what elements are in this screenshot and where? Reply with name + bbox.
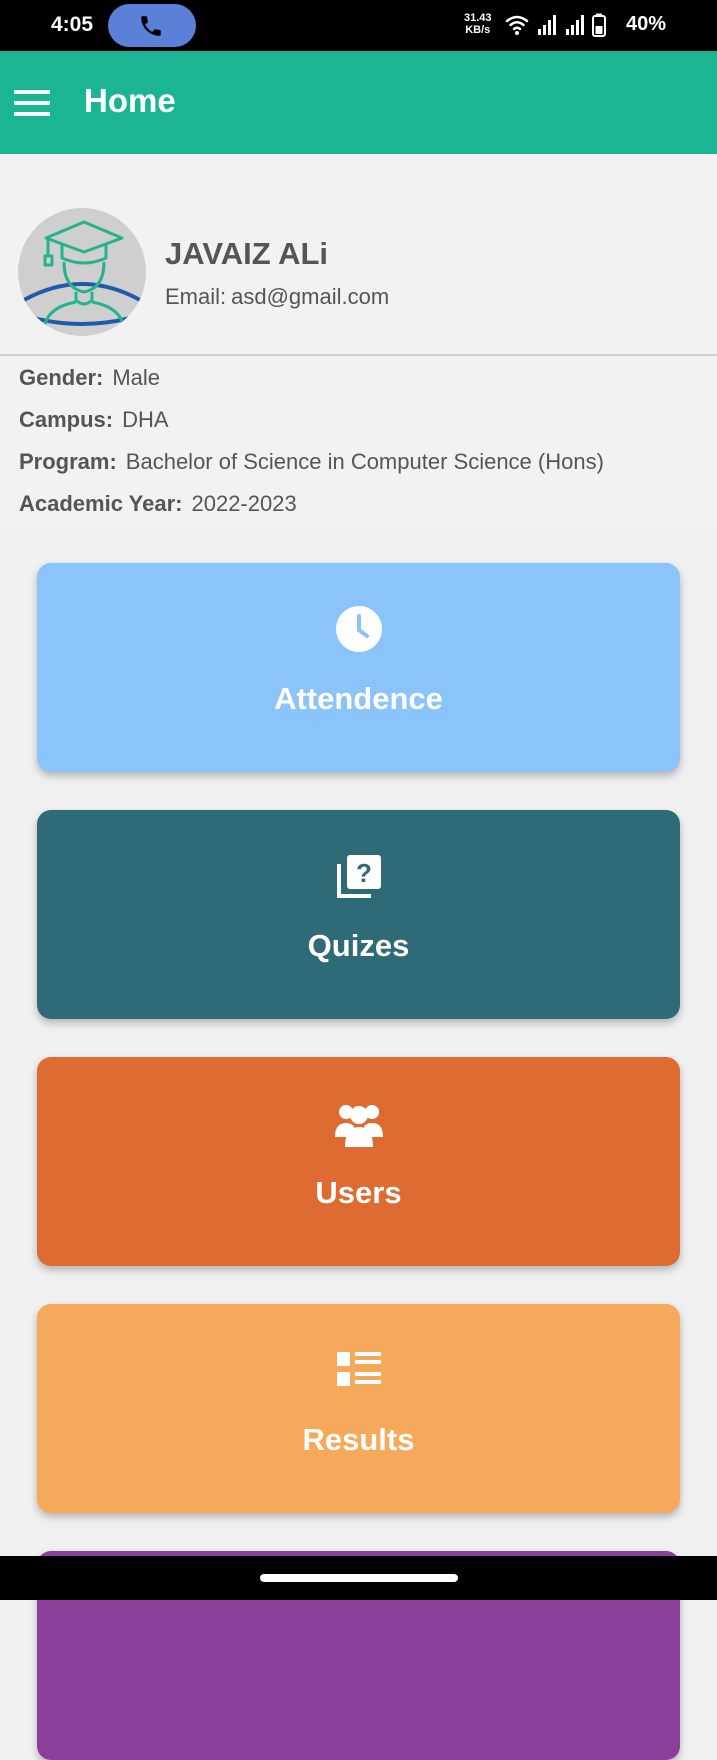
battery-percentage: 40% — [626, 13, 667, 35]
status-time: 4:05 — [51, 13, 94, 36]
results-tile[interactable]: Results — [37, 1304, 680, 1513]
network-speed-value: 31.43 — [464, 12, 492, 24]
list-icon — [337, 1352, 381, 1386]
profile-card: JAVAIZ ALi Email: asd@gmail.com Gender: Ma… — [0, 154, 717, 524]
page-title: Home — [84, 82, 176, 119]
info-label: Program: — [19, 449, 117, 474]
info-value: Bachelor of Science in Computer Science … — [125, 449, 604, 474]
network-speed-unit: KB/s — [465, 24, 491, 36]
email-label: Email: — [165, 284, 227, 309]
phone-icon — [141, 16, 161, 36]
graduate-avatar-icon — [23, 220, 141, 333]
info-label: Gender: — [19, 365, 104, 390]
attendance-tile[interactable]: Attendence — [37, 563, 680, 772]
info-value: DHA — [122, 407, 169, 432]
wifi-icon — [505, 15, 529, 31]
status-bar: 4:05 31.43 KB/s 40% — [0, 0, 717, 51]
profile-email: Email: asd@gmail.com — [165, 284, 389, 310]
divider — [0, 354, 717, 356]
home-gesture-handle[interactable] — [260, 1574, 458, 1582]
avatar — [18, 208, 146, 336]
battery-icon — [592, 13, 606, 37]
info-academic-year: Academic Year: 2022-2023 — [19, 491, 297, 517]
quizzes-tile[interactable]: ? Quizes — [37, 810, 680, 1019]
tile-label: Results — [302, 1422, 415, 1457]
info-gender: Gender: Male — [19, 365, 160, 391]
quiz-icon: ? — [337, 855, 381, 898]
svg-text:?: ? — [356, 858, 372, 888]
profile-name: JAVAIZ ALi — [165, 236, 329, 271]
network-speed: 31.43 KB/s — [464, 12, 492, 36]
info-label: Academic Year: — [19, 491, 183, 516]
clock-icon — [336, 606, 382, 652]
navigation-bar — [0, 1556, 717, 1600]
tile-label: Attendence — [274, 681, 443, 716]
users-icon — [335, 1105, 383, 1147]
info-value: 2022-2023 — [191, 491, 297, 516]
connectivity-icons — [505, 13, 606, 37]
ongoing-call-indicator[interactable] — [108, 4, 196, 47]
info-program: Program: Bachelor of Science in Computer … — [19, 449, 604, 475]
info-label: Campus: — [19, 407, 114, 432]
info-value: Male — [112, 365, 161, 390]
app-bar: Home — [0, 51, 717, 154]
tile-label: Users — [315, 1175, 402, 1210]
menu-icon[interactable] — [14, 90, 50, 116]
tile-label: Quizes — [307, 928, 410, 963]
info-campus: Campus: DHA — [19, 407, 169, 433]
signal-icon-sim2 — [566, 15, 584, 35]
signal-icon-sim1 — [538, 15, 556, 35]
email-value: asd@gmail.com — [231, 284, 390, 309]
users-tile[interactable]: Users — [37, 1057, 680, 1266]
